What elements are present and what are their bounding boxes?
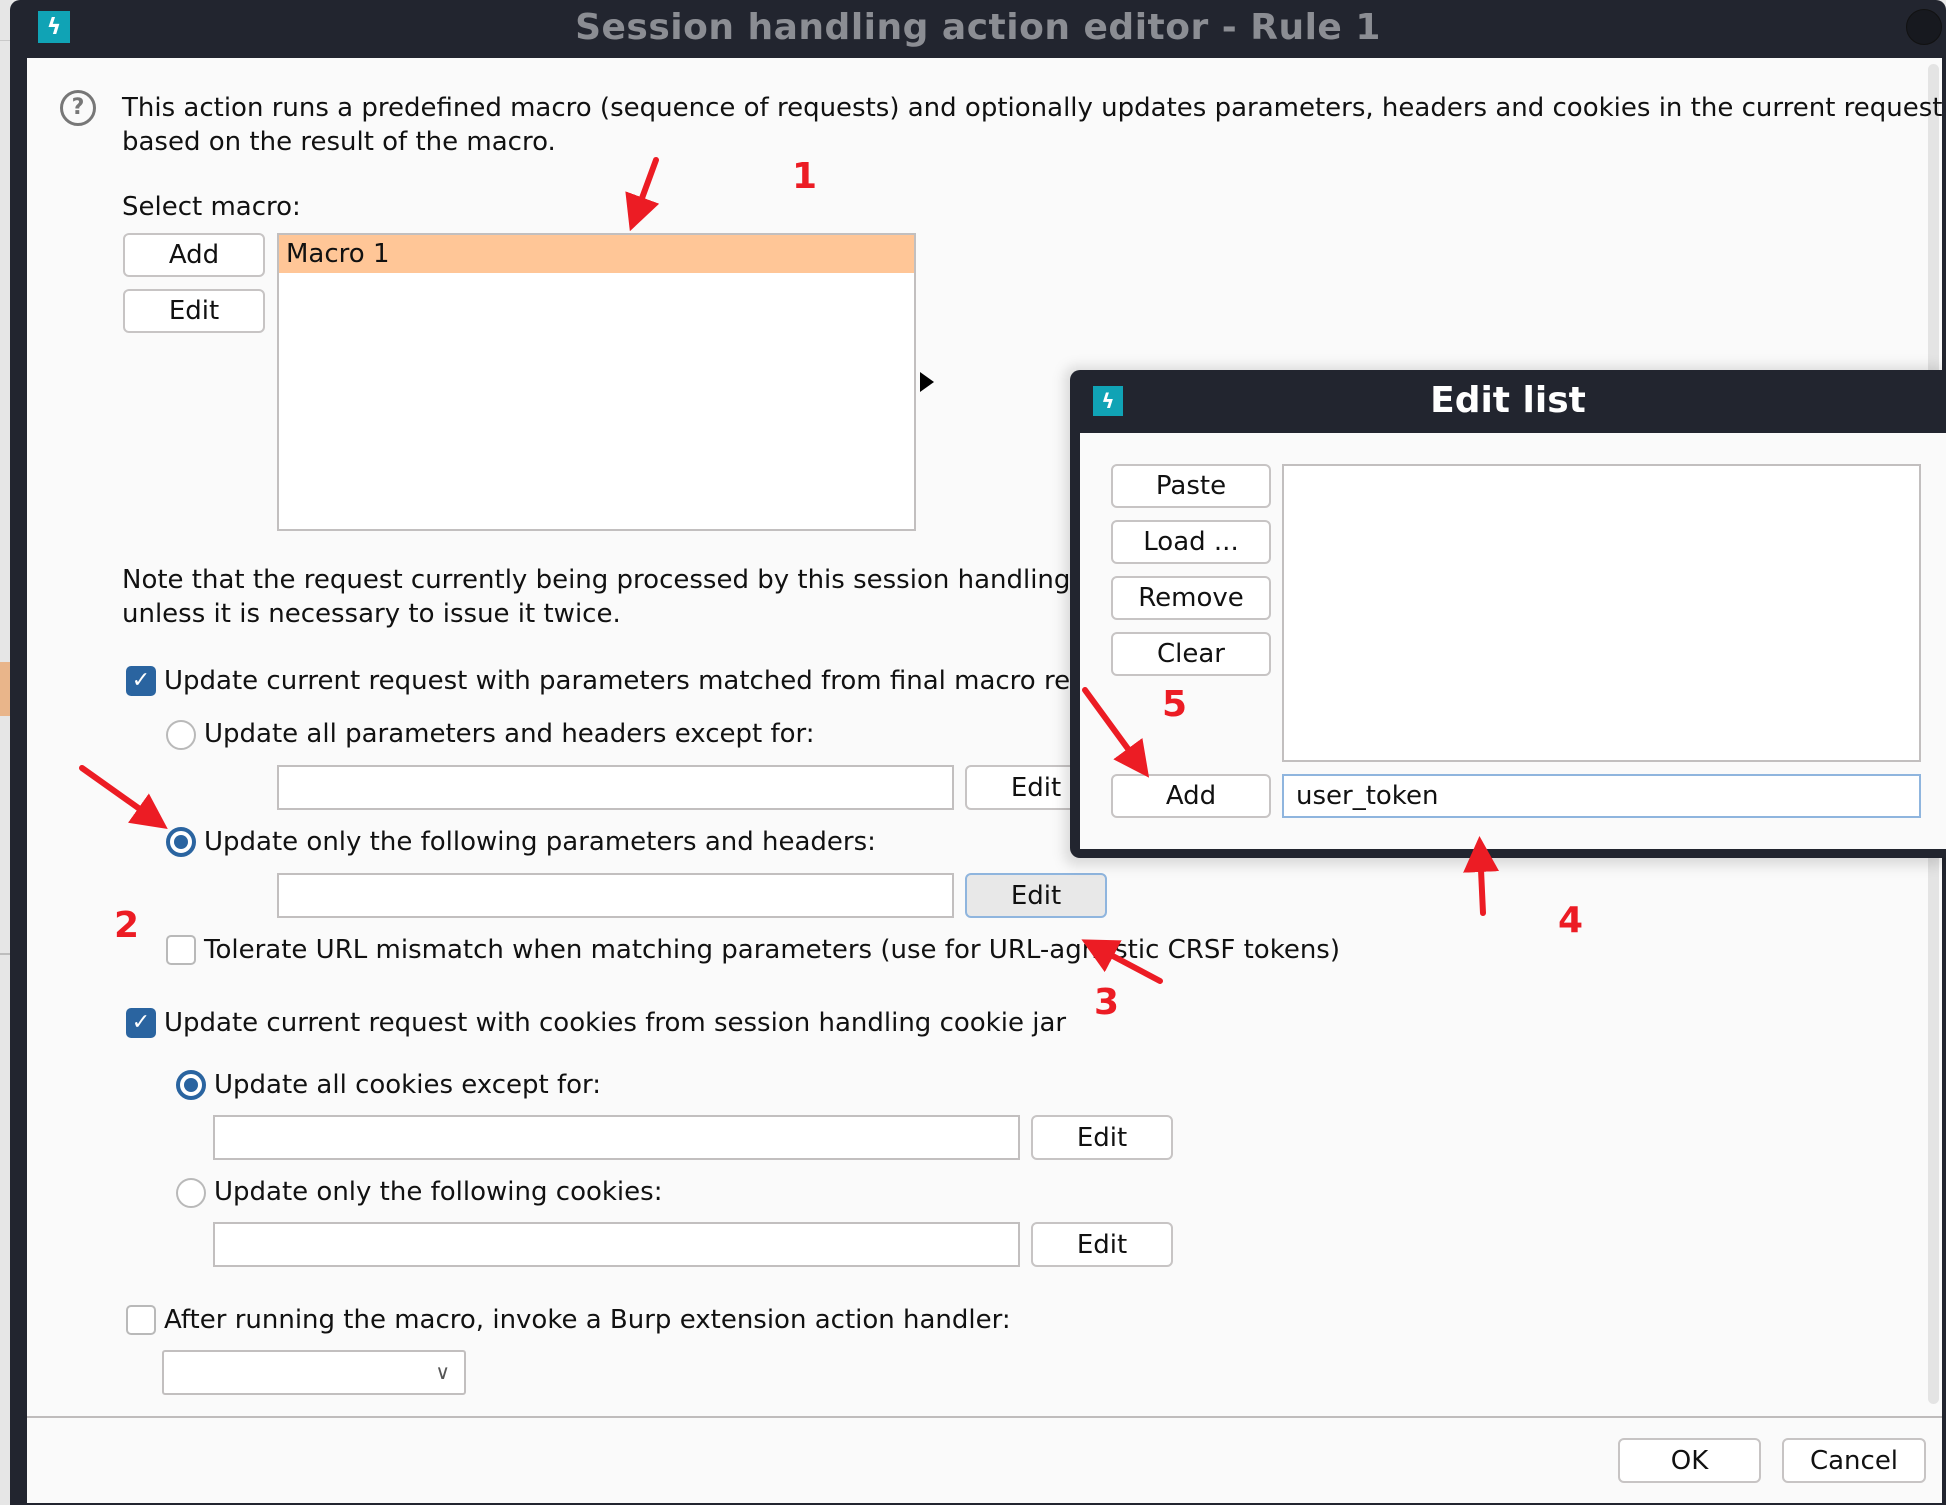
update-parameters-checkbox[interactable]: ✓	[126, 666, 156, 696]
clear-button[interactable]: Clear	[1111, 632, 1271, 676]
tolerate-url-mismatch-label: Tolerate URL mismatch when matching para…	[204, 935, 1340, 965]
add-macro-button[interactable]: Add	[123, 233, 265, 277]
macro-list[interactable]: Macro 1	[277, 233, 916, 531]
note-line-2: unless it is necessary to issue it twice…	[122, 599, 621, 629]
annotation-number-3: 3	[1094, 982, 1120, 1023]
note-line-1: Note that the request currently being pr…	[122, 565, 1130, 595]
ok-button[interactable]: OK	[1618, 1438, 1761, 1483]
description-line-2: based on the result of the macro.	[122, 127, 556, 157]
macro-list-item[interactable]: Macro 1	[279, 235, 914, 273]
invoke-extension-checkbox[interactable]	[126, 1305, 156, 1335]
background-divider	[0, 953, 10, 955]
add-item-button[interactable]: Add	[1111, 774, 1271, 818]
update-only-params-radio[interactable]	[166, 827, 196, 857]
cookies-only-edit-button[interactable]: Edit	[1031, 1222, 1173, 1267]
expand-arrow-icon[interactable]	[920, 372, 934, 392]
background-selected-row	[0, 662, 10, 716]
params-except-field[interactable]	[277, 765, 954, 810]
load-button[interactable]: Load ...	[1111, 520, 1271, 564]
help-icon[interactable]: ?	[60, 90, 96, 126]
update-all-params-label: Update all parameters and headers except…	[204, 719, 815, 749]
update-all-cookies-radio[interactable]	[176, 1070, 206, 1100]
paste-button[interactable]: Paste	[1111, 464, 1271, 508]
new-item-input[interactable]: user_token	[1282, 774, 1921, 818]
extension-handler-select[interactable]: ∨	[162, 1350, 466, 1395]
annotation-number-4: 4	[1558, 900, 1584, 941]
annotation-number-5: 5	[1162, 684, 1188, 725]
close-window-button[interactable]	[1906, 9, 1942, 45]
update-all-params-radio[interactable]	[166, 720, 196, 750]
update-cookies-checkbox[interactable]: ✓	[126, 1008, 156, 1038]
description-line-1: This action runs a predefined macro (seq…	[122, 93, 1943, 123]
select-macro-label: Select macro:	[122, 192, 301, 222]
update-only-params-label: Update only the following parameters and…	[204, 827, 876, 857]
background-divider	[0, 40, 10, 41]
tolerate-url-mismatch-checkbox[interactable]	[166, 935, 196, 965]
update-cookies-label: Update current request with cookies from…	[164, 1008, 1067, 1038]
chevron-down-icon: ∨	[435, 1360, 450, 1384]
annotation-number-2: 2	[114, 905, 140, 946]
cancel-button[interactable]: Cancel	[1782, 1438, 1926, 1483]
annotation-number-1: 1	[792, 156, 818, 197]
update-only-cookies-radio[interactable]	[176, 1178, 206, 1208]
cookies-except-field[interactable]	[213, 1115, 1020, 1160]
params-only-edit-button[interactable]: Edit	[965, 873, 1107, 918]
edit-macro-button[interactable]: Edit	[123, 289, 265, 333]
remove-button[interactable]: Remove	[1111, 576, 1271, 620]
edit-list-title: Edit list	[1430, 380, 1586, 421]
edit-list-items[interactable]	[1282, 464, 1921, 762]
update-parameters-label: Update current request with parameters m…	[164, 666, 1117, 696]
params-only-field[interactable]	[277, 873, 954, 918]
cookies-only-field[interactable]	[213, 1222, 1020, 1267]
update-only-cookies-label: Update only the following cookies:	[214, 1177, 663, 1207]
cookies-except-edit-button[interactable]: Edit	[1031, 1115, 1173, 1160]
window-title: Session handling action editor - Rule 1	[575, 7, 1381, 48]
update-all-cookies-label: Update all cookies except for:	[214, 1070, 602, 1100]
invoke-extension-label: After running the macro, invoke a Burp e…	[164, 1305, 1011, 1335]
